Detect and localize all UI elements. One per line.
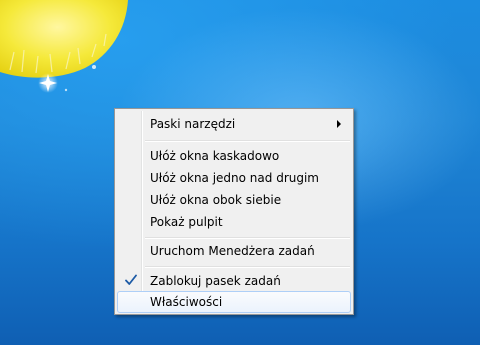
menu-separator — [145, 140, 350, 142]
menu-separator — [145, 266, 350, 268]
menu-item-toolbars[interactable]: Paski narzędzi — [117, 113, 351, 135]
menu-item-properties-label: Właściwości — [150, 295, 223, 309]
submenu-arrow-icon — [337, 120, 341, 128]
menu-item-lock-taskbar[interactable]: Zablokuj pasek zadań — [117, 270, 351, 292]
menu-item-show-desktop-label: Pokaż pulpit — [150, 215, 223, 229]
menu-item-side-by-side-windows-label: Ułóż okna obok siebie — [150, 193, 282, 207]
menu-item-side-by-side-windows[interactable]: Ułóż okna obok siebie — [117, 189, 351, 211]
menu-item-task-manager[interactable]: Uruchom Menedżera zadań — [117, 240, 351, 262]
menu-item-toolbars-label: Paski narzędzi — [150, 117, 236, 131]
menu-item-stack-windows-label: Ułóż okna jedno nad drugim — [150, 171, 319, 185]
taskbar-context-menu: Paski narzędzi Ułóż okna kaskadowo Ułóż … — [114, 108, 354, 315]
checkmark-icon — [125, 274, 137, 285]
menu-item-lock-taskbar-label: Zablokuj pasek zadań — [150, 274, 281, 288]
menu-separator — [145, 237, 350, 239]
menu-item-cascade-windows-label: Ułóż okna kaskadowo — [150, 149, 280, 163]
menu-item-show-desktop[interactable]: Pokaż pulpit — [117, 211, 351, 233]
desktop: { "context_menu": { "items": [ {"label":… — [0, 0, 480, 345]
menu-item-stack-windows[interactable]: Ułóż okna jedno nad drugim — [117, 167, 351, 189]
menu-item-task-manager-label: Uruchom Menedżera zadań — [150, 244, 315, 258]
menu-item-properties[interactable]: Właściwości — [117, 291, 351, 313]
menu-item-cascade-windows[interactable]: Ułóż okna kaskadowo — [117, 145, 351, 167]
